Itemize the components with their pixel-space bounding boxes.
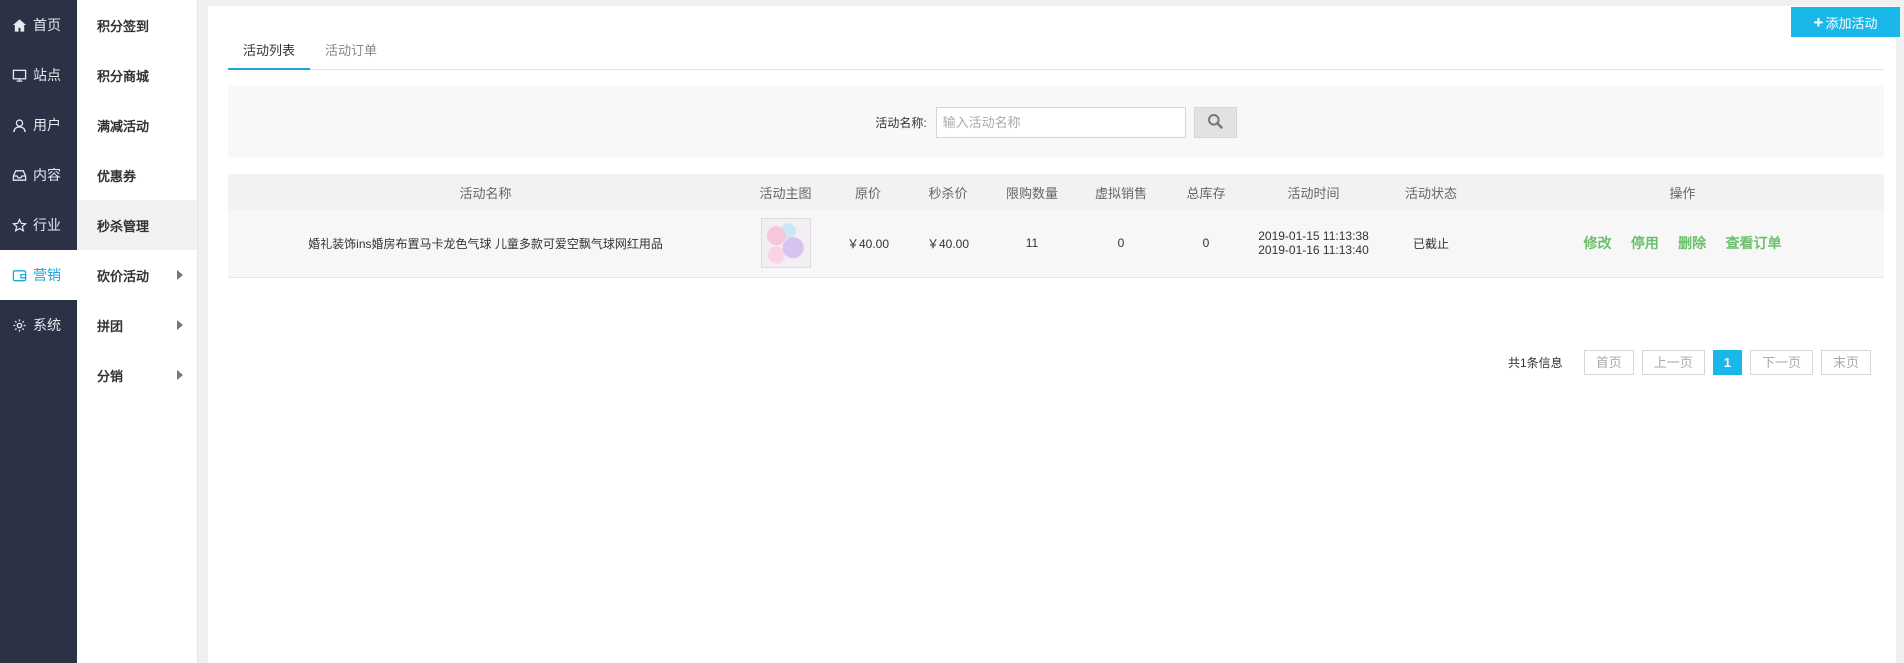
column-header: 总库存 [1166, 174, 1246, 210]
nav-marketing[interactable]: 营销 [0, 250, 77, 300]
main-panel: 活动列表 活动订单 活动名称: 活动名称 活动主图 原价 秒杀价 限购数量 虚拟… [208, 6, 1896, 663]
subnav-label: 满减活动 [97, 118, 150, 134]
nav-users[interactable]: 用户 [0, 100, 77, 150]
pagination: 共1条信息 首页 上一页 1 下一页 末页 [1508, 350, 1879, 375]
secondary-sidebar: 积分签到 积分商城 满减活动 优惠券 秒杀管理 砍价活动 拼团 分销 [77, 0, 198, 663]
column-header: 虚拟销售 [1076, 174, 1166, 210]
activity-image [760, 218, 811, 269]
original-price: ￥40.00 [828, 210, 908, 278]
subnav-label: 积分签到 [97, 18, 150, 34]
search-panel: 活动名称: [228, 86, 1884, 158]
row-actions: 修改 停用 删除 查看订单 [1481, 210, 1884, 278]
user-icon [11, 117, 27, 133]
column-header: 活动名称 [228, 174, 743, 210]
monitor-icon [11, 67, 27, 83]
subnav-distribution[interactable]: 分销 [77, 350, 197, 400]
current-page-button[interactable]: 1 [1712, 350, 1742, 375]
nav-label: 内容 [33, 167, 61, 183]
nav-label: 行业 [33, 217, 61, 233]
nav-label: 首页 [33, 17, 61, 33]
end-time: 2019-01-16 11:13:40 [1258, 243, 1369, 258]
caret-right-icon [177, 370, 183, 380]
virtual-sales: 0 [1076, 210, 1166, 278]
nav-label: 站点 [33, 67, 61, 83]
subnav-label: 优惠券 [97, 168, 137, 184]
subnav-label: 拼团 [97, 318, 124, 334]
subnav-label: 积分商城 [97, 68, 150, 84]
nav-home[interactable]: 首页 [0, 0, 77, 50]
primary-sidebar: 首页 站点 用户 内容 行业 营销 系统 [0, 0, 77, 663]
subnav-discount[interactable]: 满减活动 [77, 100, 197, 150]
pagination-total: 共1条信息 [1508, 356, 1563, 370]
plus-icon: + [1813, 12, 1824, 32]
nav-label: 营销 [33, 267, 61, 283]
seckill-table: 活动名称 活动主图 原价 秒杀价 限购数量 虚拟销售 总库存 活动时间 活动状态… [228, 174, 1884, 278]
search-input[interactable] [935, 106, 1186, 138]
delete-link[interactable]: 删除 [1678, 235, 1706, 251]
subnav-seckill[interactable]: 秒杀管理 [77, 200, 197, 250]
add-activity-label: 添加活动 [1825, 15, 1878, 31]
column-header: 秒杀价 [908, 174, 988, 210]
total-stock: 0 [1166, 210, 1246, 278]
subnav-group-buy[interactable]: 拼团 [77, 300, 197, 350]
activity-image-cell [743, 210, 828, 278]
start-time: 2019-01-15 11:13:38 [1258, 229, 1369, 244]
nav-label: 系统 [33, 317, 61, 333]
subnav-coupons[interactable]: 优惠券 [77, 150, 197, 200]
search-icon [1207, 113, 1223, 132]
table-header-row: 活动名称 活动主图 原价 秒杀价 限购数量 虚拟销售 总库存 活动时间 活动状态… [228, 174, 1884, 210]
activity-status: 已截止 [1381, 210, 1481, 278]
tab-bar: 活动列表 活动订单 [228, 32, 1884, 70]
column-header: 活动主图 [743, 174, 828, 210]
search-button[interactable] [1193, 106, 1237, 138]
subnav-points-checkin[interactable]: 积分签到 [77, 0, 197, 50]
seckill-price: ￥40.00 [908, 210, 988, 278]
gear-icon [11, 317, 27, 333]
nav-industry[interactable]: 行业 [0, 200, 77, 250]
activity-time: 2019-01-15 11:13:38 2019-01-16 11:13:40 [1246, 210, 1381, 278]
tab-activity-orders[interactable]: 活动订单 [310, 32, 392, 70]
caret-right-icon [177, 320, 183, 330]
view-orders-link[interactable]: 查看订单 [1726, 235, 1782, 251]
column-header: 活动状态 [1381, 174, 1481, 210]
home-icon [11, 17, 27, 33]
subnav-label: 秒杀管理 [97, 218, 150, 234]
edit-link[interactable]: 修改 [1583, 235, 1611, 251]
caret-right-icon [177, 270, 183, 280]
star-icon [11, 217, 27, 233]
activity-name: 婚礼装饰ins婚房布置马卡龙色气球 儿童多款可爱空飘气球网红用品 [228, 210, 743, 278]
column-header: 操作 [1481, 174, 1884, 210]
subnav-label: 分销 [97, 368, 124, 384]
tab-activity-list[interactable]: 活动列表 [228, 32, 311, 70]
search-label: 活动名称: [875, 115, 927, 130]
nav-content[interactable]: 内容 [0, 150, 77, 200]
subnav-label: 砍价活动 [97, 268, 150, 284]
disable-link[interactable]: 停用 [1631, 235, 1659, 251]
wallet-icon [11, 267, 27, 283]
add-activity-button[interactable]: + 添加活动 [1791, 7, 1900, 37]
nav-sites[interactable]: 站点 [0, 50, 77, 100]
column-header: 活动时间 [1246, 174, 1381, 210]
nav-label: 用户 [33, 117, 61, 133]
column-header: 限购数量 [988, 174, 1076, 210]
prev-page-button[interactable]: 上一页 [1641, 350, 1705, 375]
subnav-points-mall[interactable]: 积分商城 [77, 50, 197, 100]
nav-system[interactable]: 系统 [0, 300, 77, 350]
subnav-bargain[interactable]: 砍价活动 [77, 250, 197, 300]
last-page-button[interactable]: 末页 [1820, 350, 1871, 375]
purchase-limit: 11 [988, 210, 1076, 278]
column-header: 原价 [828, 174, 908, 210]
first-page-button[interactable]: 首页 [1583, 350, 1634, 375]
next-page-button[interactable]: 下一页 [1749, 350, 1813, 375]
inbox-icon [11, 167, 27, 183]
table-row: 婚礼装饰ins婚房布置马卡龙色气球 儿童多款可爱空飘气球网红用品 ￥40.00 … [228, 210, 1884, 278]
